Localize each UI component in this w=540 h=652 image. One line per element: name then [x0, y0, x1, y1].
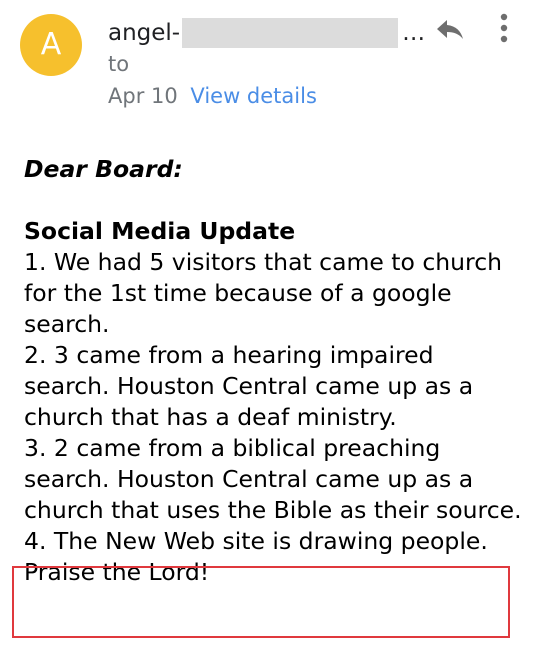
list-item: 1. We had 5 visitors that came to church…: [24, 248, 503, 338]
reply-icon: [437, 20, 463, 39]
list-item: 3. 2 came from a biblical preaching sear…: [24, 434, 522, 524]
section-title: Social Media Update: [24, 217, 296, 245]
more-options-button[interactable]: [490, 8, 518, 48]
sender-name: angel-: [108, 20, 181, 46]
redacted-email-block: [182, 18, 399, 48]
date-line: Apr 10 View details: [108, 84, 317, 108]
sender-ellipsis: …: [402, 20, 426, 46]
reply-button[interactable]: [430, 12, 470, 46]
message-body: Dear Board: Social Media Update 1. We ha…: [24, 154, 524, 588]
more-vertical-icon: [500, 13, 508, 43]
list-item: 2. 3 came from a hearing impaired search…: [24, 341, 474, 431]
recipient-line: to: [108, 52, 130, 76]
message-date: Apr 10: [108, 84, 178, 108]
avatar-letter: A: [40, 27, 62, 62]
highlight-box: [12, 566, 510, 638]
avatar[interactable]: A: [20, 14, 82, 76]
sender-row: angel- …: [108, 16, 425, 50]
view-details-link[interactable]: View details: [190, 84, 316, 108]
greeting: Dear Board:: [24, 155, 183, 183]
